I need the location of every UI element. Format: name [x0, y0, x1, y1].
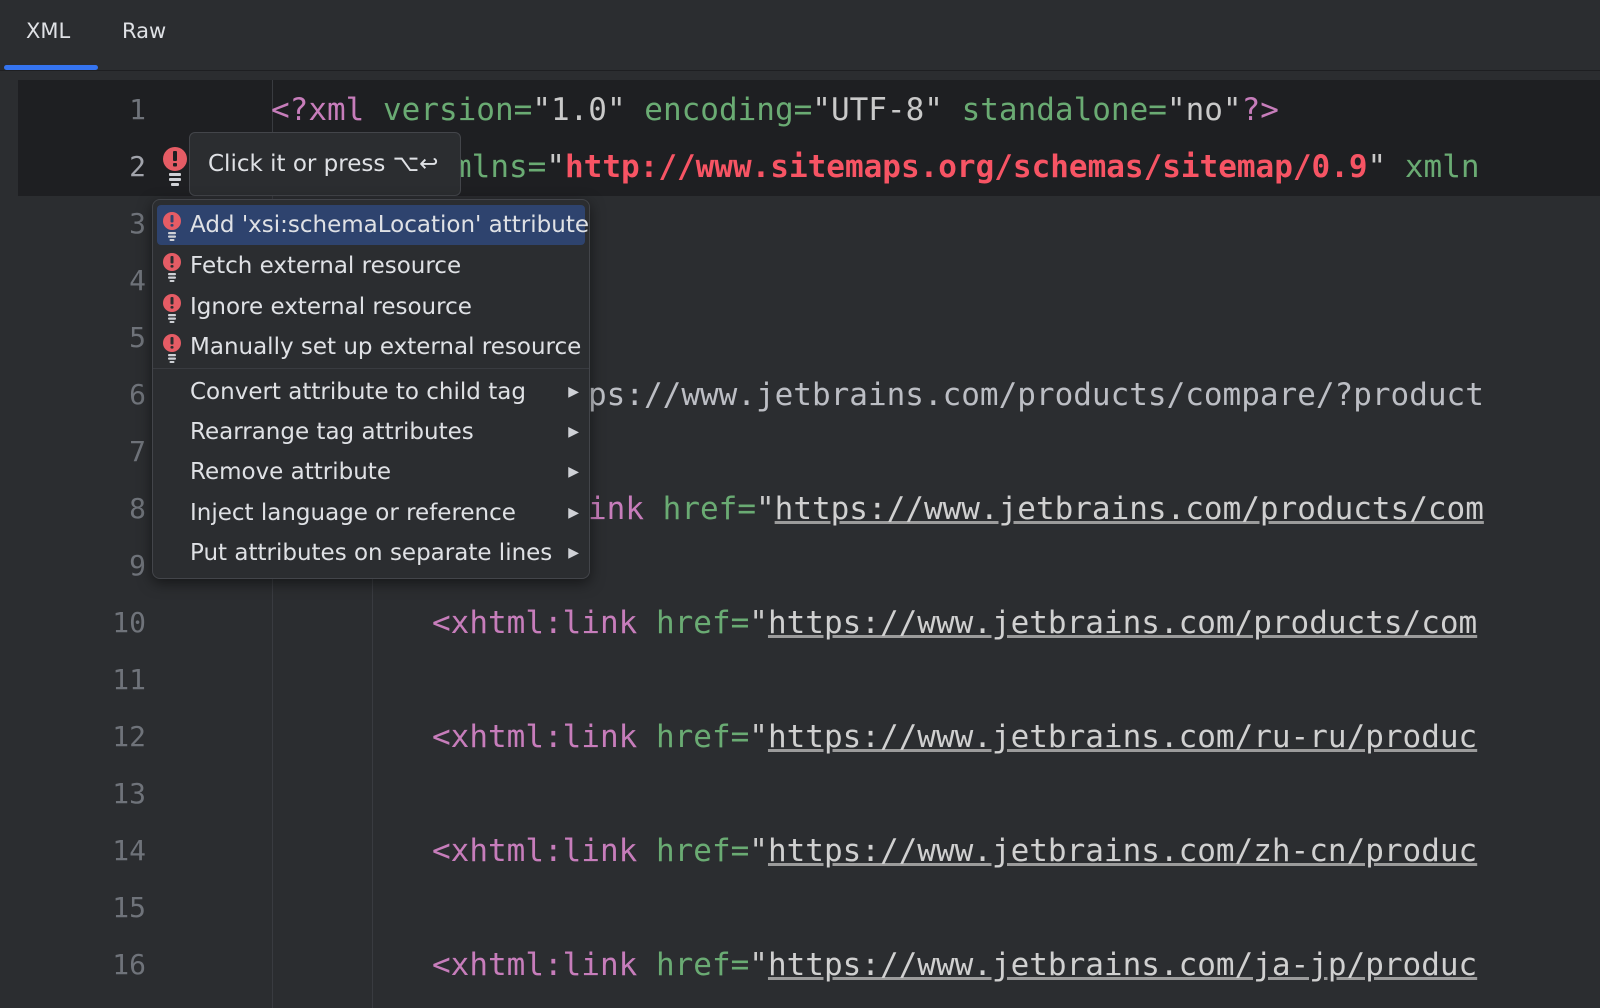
- error-bulb-icon: [161, 333, 183, 363]
- attr-next: xmln: [1386, 149, 1480, 185]
- line-number: 8: [129, 492, 146, 525]
- code-line-14[interactable]: <xhtml:link href="https://www.jetbrains.…: [432, 831, 1477, 871]
- quote: ": [749, 947, 768, 983]
- error-bulb-icon: [161, 293, 183, 323]
- line-number: 3: [129, 207, 146, 240]
- tag-fragment: ink: [588, 491, 644, 527]
- unresolved-url[interactable]: http://www.sitemaps.org/schemas/sitemap/…: [565, 149, 1368, 185]
- submenu-arrow-icon: ▶: [568, 384, 579, 400]
- tab-xml[interactable]: XML: [26, 0, 70, 66]
- editor-tab-bar: XML Raw: [0, 0, 1600, 71]
- code-line-8[interactable]: ink href="https://www.jetbrains.com/prod…: [588, 489, 1484, 529]
- line-number: 7: [129, 435, 146, 468]
- val-version: "1.0": [532, 92, 626, 128]
- tag-xhtml-link: <xhtml:link: [432, 605, 638, 641]
- menu-item-add-schema-location[interactable]: Add 'xsi:schemaLocation' attribute: [157, 205, 589, 245]
- line-number: 14: [112, 834, 146, 867]
- menu-item-label: Rearrange tag attributes: [190, 419, 474, 445]
- menu-item-label: Put attributes on separate lines: [190, 540, 553, 566]
- submenu-arrow-icon: ▶: [568, 545, 579, 561]
- error-bulb-icon[interactable]: [160, 145, 190, 189]
- line-number: 4: [129, 264, 146, 297]
- line-number: 15: [112, 891, 146, 924]
- menu-item-label: Remove attribute: [190, 459, 391, 485]
- code-line-1[interactable]: <?xml version="1.0" encoding="UTF-8" sta…: [271, 90, 1279, 130]
- menu-item-label: Convert attribute to child tag: [190, 379, 526, 405]
- pi-name: xml: [308, 92, 365, 128]
- quote-open: ": [546, 149, 565, 185]
- menu-item-inject-language-or-reference[interactable]: Inject language or reference ▶: [157, 493, 585, 533]
- href-link[interactable]: https://www.jetbrains.com/ru-ru/produc: [768, 719, 1477, 755]
- tag-xhtml-link: <xhtml:link: [432, 833, 638, 869]
- menu-separator: [153, 368, 589, 369]
- code-line-12[interactable]: <xhtml:link href="https://www.jetbrains.…: [432, 717, 1477, 757]
- url-text: ps://www.jetbrains.com/products/compare/…: [588, 377, 1484, 413]
- quote-close: ": [1367, 149, 1387, 185]
- attr-href: href=: [644, 491, 756, 527]
- menu-item-label: Manually set up external resource: [190, 334, 582, 360]
- code-line-2[interactable]: mlns="http://www.sitemaps.org/schemas/si…: [453, 147, 1480, 187]
- menu-item-label: Fetch external resource: [190, 253, 462, 279]
- line-number: 16: [112, 948, 146, 981]
- line-number: 12: [112, 720, 146, 753]
- submenu-arrow-icon: ▶: [568, 424, 579, 440]
- error-bulb-icon: [161, 252, 183, 282]
- href-link[interactable]: https://www.jetbrains.com/products/com: [775, 491, 1484, 527]
- val-encoding: "UTF-8": [812, 92, 943, 128]
- line-number: 9: [129, 549, 146, 582]
- attr-xmlns: mlns=: [453, 149, 547, 185]
- attr-href: href=: [637, 833, 750, 869]
- pi-open: <?: [271, 92, 309, 128]
- hint-text: Click it or press ⌥↩: [208, 151, 439, 177]
- menu-item-rearrange-tag-attributes[interactable]: Rearrange tag attributes ▶: [157, 412, 585, 452]
- attr-standalone: standalone=: [942, 92, 1167, 128]
- attr-encoding: encoding=: [625, 92, 813, 128]
- menu-item-ignore-external-resource[interactable]: Ignore external resource: [157, 287, 585, 327]
- attr-version: version=: [364, 92, 533, 128]
- val-standalone: "no": [1166, 92, 1242, 128]
- submenu-arrow-icon: ▶: [568, 464, 579, 480]
- intention-hint-tooltip: Click it or press ⌥↩: [189, 132, 461, 196]
- href-link[interactable]: https://www.jetbrains.com/zh-cn/produc: [768, 833, 1477, 869]
- line-number: 1: [129, 93, 146, 126]
- line-number-active: 2: [129, 150, 146, 183]
- active-tab-indicator: [4, 65, 98, 70]
- quote: ": [755, 491, 775, 527]
- menu-item-label: Inject language or reference: [190, 500, 516, 526]
- error-bulb-icon: [161, 211, 183, 241]
- code-line-10[interactable]: <xhtml:link href="https://www.jetbrains.…: [432, 603, 1477, 643]
- line-number: 6: [129, 378, 146, 411]
- code-line-6[interactable]: ps://www.jetbrains.com/products/compare/…: [588, 375, 1484, 415]
- line-number: 11: [112, 663, 146, 696]
- tab-raw[interactable]: Raw: [122, 0, 166, 66]
- tag-xhtml-link: <xhtml:link: [432, 947, 638, 983]
- quote: ": [749, 719, 768, 755]
- quote: ": [749, 833, 768, 869]
- menu-item-remove-attribute[interactable]: Remove attribute ▶: [157, 452, 585, 492]
- line-number: 5: [129, 321, 146, 354]
- pi-close: ?>: [1241, 92, 1279, 128]
- menu-item-put-attributes-on-separate-lines[interactable]: Put attributes on separate lines ▶: [157, 533, 585, 573]
- attr-href: href=: [637, 605, 750, 641]
- line-number: 10: [112, 606, 146, 639]
- quote: ": [749, 605, 768, 641]
- intention-actions-menu: Add 'xsi:schemaLocation' attribute Fetch…: [152, 199, 590, 579]
- attr-href: href=: [637, 719, 750, 755]
- tag-xhtml-link: <xhtml:link: [432, 719, 638, 755]
- menu-item-manually-set-up-external-resource[interactable]: Manually set up external resource: [157, 327, 585, 367]
- submenu-arrow-icon: ▶: [568, 505, 579, 521]
- href-link[interactable]: https://www.jetbrains.com/ja-jp/produc: [768, 947, 1477, 983]
- line-number: 13: [112, 777, 146, 810]
- menu-item-label: Add 'xsi:schemaLocation' attribute: [190, 212, 589, 238]
- menu-item-fetch-external-resource[interactable]: Fetch external resource: [157, 246, 585, 286]
- menu-item-convert-attribute-to-child-tag[interactable]: Convert attribute to child tag ▶: [157, 372, 585, 412]
- href-link[interactable]: https://www.jetbrains.com/products/com: [768, 605, 1477, 641]
- attr-href: href=: [637, 947, 750, 983]
- menu-item-label: Ignore external resource: [190, 294, 472, 320]
- code-line-16[interactable]: <xhtml:link href="https://www.jetbrains.…: [432, 945, 1477, 985]
